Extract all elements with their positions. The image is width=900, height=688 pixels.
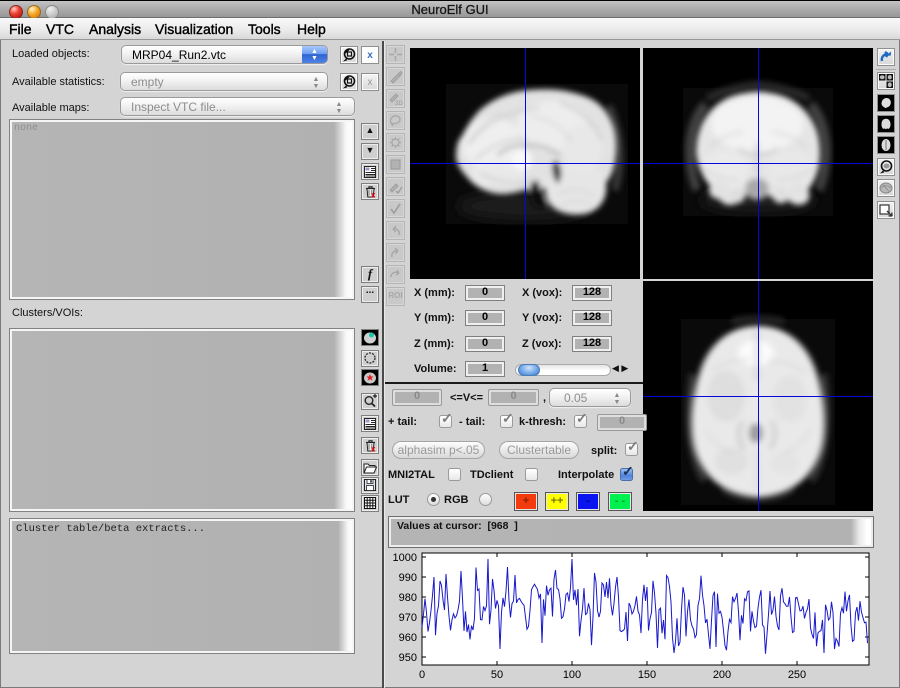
svg-text:x: x [371, 191, 376, 199]
svg-text:x: x [371, 445, 376, 453]
svg-text:3D: 3D [395, 101, 403, 107]
